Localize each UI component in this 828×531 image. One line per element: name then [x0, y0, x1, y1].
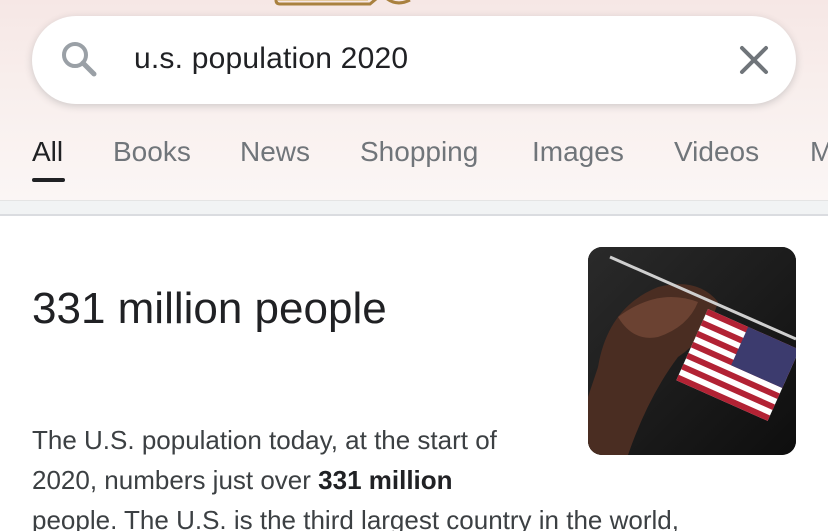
description-text: 2020, numbers just over [32, 465, 319, 495]
tab-images[interactable]: Images [532, 136, 624, 168]
description-highlight: 331 million [318, 465, 453, 495]
tab-all[interactable]: All [32, 136, 63, 168]
description-line-2: 2020, numbers just over 331 million [32, 460, 812, 500]
active-tab-indicator [32, 178, 65, 182]
tab-more[interactable]: M [810, 136, 828, 168]
search-input[interactable]: u.s. population 2020 [134, 42, 408, 76]
search-icon[interactable] [58, 38, 102, 82]
search-tabs: All Books News Shopping Images Videos M [0, 128, 828, 200]
close-icon[interactable] [736, 42, 772, 78]
search-results-page: u.s. population 2020 All Books News Shop… [0, 0, 828, 531]
answer-title: 331 million people [32, 284, 387, 333]
tab-news[interactable]: News [240, 136, 310, 168]
tab-videos[interactable]: Videos [674, 136, 759, 168]
tab-shopping[interactable]: Shopping [360, 136, 478, 168]
section-divider [0, 200, 828, 216]
tab-books[interactable]: Books [113, 136, 191, 168]
description-line-1: The U.S. population today, at the start … [32, 425, 497, 455]
doodle-image[interactable] [272, 0, 414, 12]
description-line-3: people. The U.S. is the third largest co… [32, 505, 679, 531]
search-bar[interactable]: u.s. population 2020 [32, 16, 796, 104]
answer-description: The U.S. population today, at the start … [32, 420, 812, 531]
